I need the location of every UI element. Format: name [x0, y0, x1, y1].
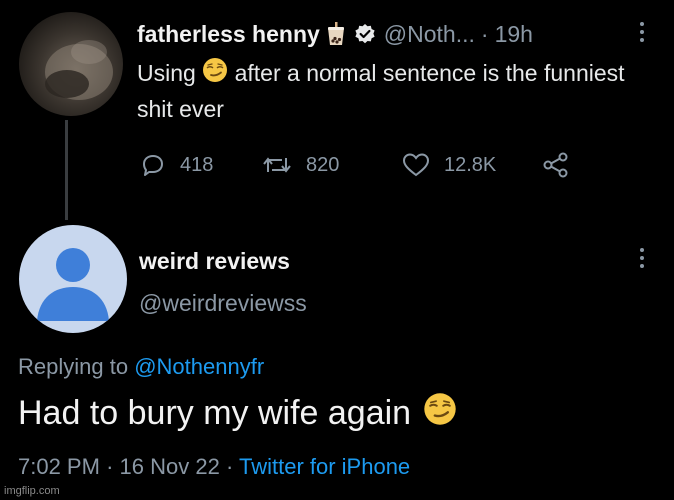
- separator: ·: [225, 454, 234, 479]
- tweet-actions: 418 820 12.8K: [140, 150, 584, 180]
- more-options-icon[interactable]: [638, 22, 646, 42]
- verified-badge-icon[interactable]: [354, 23, 376, 45]
- separator: ·: [480, 20, 489, 47]
- reply-text: Had to bury my wife again: [18, 394, 412, 432]
- tweet-text-start: Using: [137, 60, 196, 86]
- thread-line: [65, 120, 68, 220]
- smirking-face-icon: [423, 392, 457, 435]
- display-name[interactable]: weird reviews: [139, 248, 290, 275]
- like-action[interactable]: 12.8K: [402, 152, 542, 178]
- reply-tweet-text: Had to bury my wife again: [18, 392, 457, 435]
- tweet-source[interactable]: Twitter for iPhone: [239, 454, 410, 479]
- more-options-icon[interactable]: [638, 248, 646, 268]
- profile-photo: [45, 40, 113, 100]
- handle[interactable]: @Noth...: [384, 21, 475, 48]
- retweet-action[interactable]: 820: [262, 152, 402, 178]
- replying-mention[interactable]: @Nothennyfr: [134, 354, 264, 379]
- like-count: 12.8K: [444, 153, 497, 176]
- avatar[interactable]: [19, 12, 123, 116]
- replying-prefix: Replying to: [18, 354, 129, 379]
- separator: ·: [106, 454, 114, 479]
- tweet-meta: 7:02 PM · 16 Nov 22 · Twitter for iPhone: [18, 454, 410, 480]
- reply-icon: [143, 155, 163, 176]
- display-name[interactable]: fatherless henny: [137, 21, 320, 48]
- reply-count: 418: [180, 153, 214, 176]
- bubble-tea-icon: [326, 22, 346, 46]
- smirking-face-icon: [202, 57, 228, 92]
- retweet-icon: [263, 157, 291, 173]
- timestamp[interactable]: 19h: [495, 21, 533, 48]
- reply-action[interactable]: 418: [140, 152, 262, 178]
- replying-to: Replying to @Nothennyfr: [18, 354, 264, 380]
- share-icon: [543, 152, 568, 178]
- handle[interactable]: @weirdreviewss: [139, 290, 307, 317]
- watermark: imgflip.com: [4, 485, 60, 497]
- default-user-icon: [37, 248, 109, 321]
- tweet-time[interactable]: 7:02 PM: [18, 454, 100, 479]
- tweet-date[interactable]: 16 Nov 22: [120, 454, 220, 479]
- tweet-text: Using after a normal sentence is the fun…: [137, 56, 657, 126]
- retweet-count: 820: [306, 153, 340, 176]
- tweet-header: fatherless henny @Noth... · 19h: [137, 18, 533, 50]
- share-action[interactable]: [542, 152, 584, 178]
- heart-icon: [402, 153, 430, 177]
- default-avatar[interactable]: [19, 225, 127, 333]
